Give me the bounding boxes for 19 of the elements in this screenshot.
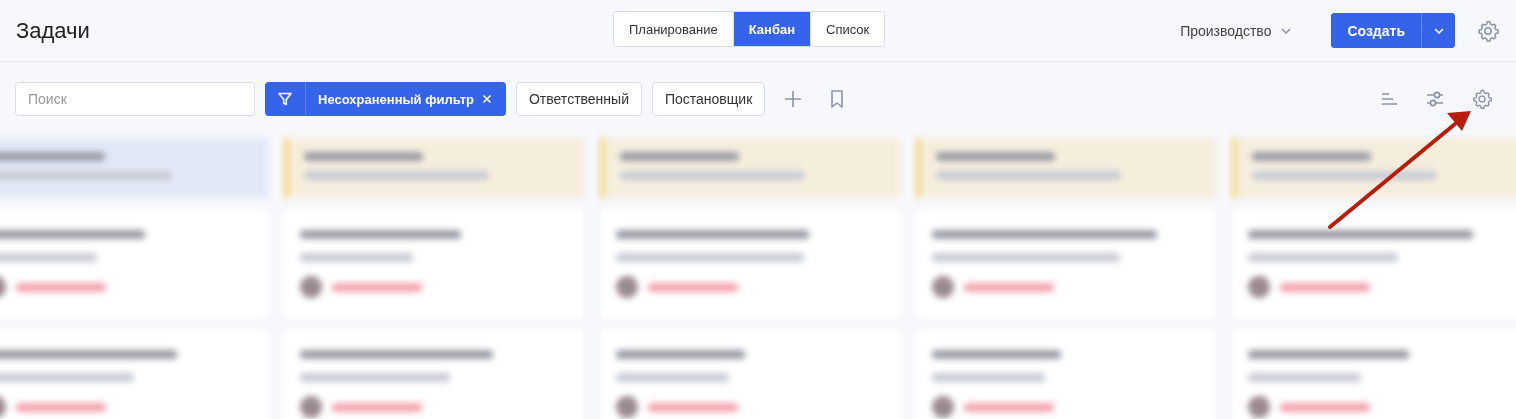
sliders-icon[interactable] (1425, 89, 1445, 109)
page-title: Задачи (16, 17, 90, 44)
filter-button[interactable]: Ответственный (515, 82, 642, 116)
chevron-down-icon (1433, 27, 1444, 34)
bookmark-icon[interactable] (829, 89, 846, 109)
filter-label: Несохраненный фильтр (318, 91, 474, 107)
chevron-down-icon (1281, 27, 1292, 34)
close-icon[interactable] (481, 94, 492, 104)
view-tab[interactable]: Список (810, 12, 885, 46)
project-dropdown[interactable]: Производство (1180, 22, 1292, 39)
filter-icon (277, 91, 293, 107)
plus-icon[interactable] (783, 89, 804, 109)
active-filter-chip[interactable]: Несохраненный фильтр (265, 82, 506, 116)
settings-icon[interactable] (1476, 18, 1500, 43)
settings-icon[interactable] (1471, 88, 1493, 110)
search-field[interactable]: Поиск (15, 82, 255, 116)
create-dropdown-button[interactable] (1421, 13, 1455, 48)
view-tab[interactable]: Канбан (732, 12, 811, 46)
filter-button[interactable]: Постановщик (651, 82, 766, 116)
